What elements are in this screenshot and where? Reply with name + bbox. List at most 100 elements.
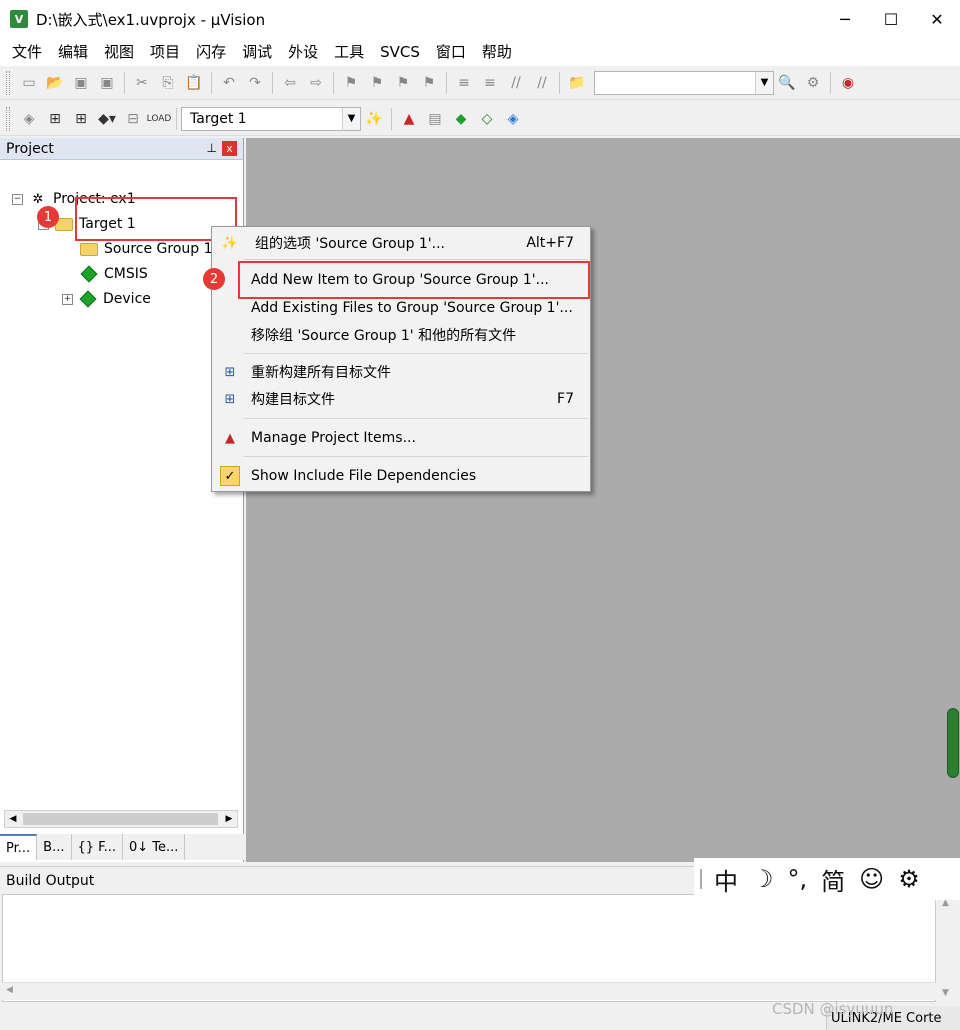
scroll-down-icon[interactable]: ▼ (942, 988, 949, 998)
unindent-icon[interactable]: ≡ (477, 70, 503, 96)
menu-edit[interactable]: 编辑 (50, 38, 96, 66)
window-title: D:\嵌入式\ex1.uvprojx - µVision (36, 10, 266, 29)
find-combo[interactable]: ▼ (594, 70, 774, 95)
annotation-badge-2: 2 (203, 268, 225, 290)
ime-simplified[interactable]: 简 (821, 862, 845, 897)
incremental-find-icon[interactable]: 🔍 (774, 70, 800, 96)
indent-icon[interactable]: ≡ (451, 70, 477, 96)
watermark: CSDN @isyuuun (772, 1000, 894, 1018)
tree-cmsis[interactable]: CMSIS (80, 263, 148, 285)
redo-icon[interactable]: ↷ (242, 70, 268, 96)
pin-icon[interactable]: ⊥ (207, 141, 217, 155)
save-all-icon[interactable]: ▣ (94, 70, 120, 96)
load-download-icon[interactable]: LOAD (146, 106, 172, 132)
side-indicator (947, 708, 959, 778)
open-folder-icon[interactable]: 📂 (42, 70, 68, 96)
tree-device-label: Device (103, 291, 151, 307)
scroll-left-icon[interactable]: ◀ (5, 811, 21, 827)
component-diamond-icon (80, 265, 98, 283)
debug-session-icon[interactable]: ⚙ (800, 70, 826, 96)
comment-icon[interactable]: // (503, 70, 529, 96)
bookmark-prev-icon[interactable]: ⚑ (364, 70, 390, 96)
bookmark-clear-icon[interactable]: ⚑ (416, 70, 442, 96)
expand-icon[interactable]: + (62, 293, 73, 305)
target-select[interactable]: Target 1 ▼ (181, 106, 361, 131)
smiley-icon[interactable]: ☺ (859, 865, 884, 893)
title-bar: V D:\嵌入式\ex1.uvprojx - µVision ─ ☐ ✕ (0, 0, 960, 38)
target-select-value: Target 1 (190, 110, 247, 127)
build-icon[interactable]: ⊞ (42, 106, 68, 132)
vertical-scrollbar[interactable]: ▲ ▼ (938, 894, 956, 1002)
tab-books[interactable]: B... (37, 834, 72, 860)
nav-back-icon[interactable]: ⇦ (277, 70, 303, 96)
project-panel-tabs: Pr... B... {} F... 0↓ Te... (0, 834, 244, 860)
build-icon: ⊞ (224, 391, 236, 407)
moon-icon[interactable]: ☽ (752, 865, 774, 893)
find-in-files-icon[interactable]: 📁 (564, 70, 590, 96)
menu-help[interactable]: 帮助 (474, 38, 520, 66)
bookmark-icon[interactable]: ⚑ (338, 70, 364, 96)
menu-peripherals[interactable]: 外设 (280, 38, 326, 66)
options-wand-icon[interactable]: ✨ (361, 106, 387, 132)
menu-item-manage-project-items[interactable]: ▲ Manage Project Items... (212, 425, 590, 451)
translate-icon[interactable]: ◈ (16, 106, 42, 132)
menu-item-remove-group[interactable]: 移除组 'Source Group 1' 和他的所有文件 (212, 322, 590, 348)
paste-icon[interactable]: 📋 (181, 70, 207, 96)
batch-build-icon[interactable]: ◆▾ (94, 106, 120, 132)
gear-icon[interactable]: ⚙ (898, 865, 920, 893)
maximize-button[interactable]: ☐ (868, 0, 914, 38)
start-debug-icon[interactable]: ◉ (835, 70, 861, 96)
menu-debug[interactable]: 调试 (234, 38, 280, 66)
collapse-icon[interactable]: − (12, 193, 23, 205)
ime-grip[interactable] (700, 869, 704, 889)
project-panel-title: Project (6, 140, 54, 157)
menu-file[interactable]: 文件 (4, 38, 50, 66)
chevron-down-icon[interactable]: ▼ (342, 107, 360, 130)
toolbar-grip[interactable] (6, 70, 10, 95)
select-packs-icon[interactable]: ▤ (422, 106, 448, 132)
tree-source-group[interactable]: Source Group 1 (80, 238, 213, 260)
close-icon[interactable]: x (222, 141, 237, 156)
rebuild-icon[interactable]: ⊞ (68, 106, 94, 132)
menu-item-rebuild-all[interactable]: ⊞ 重新构建所有目标文件 (212, 359, 590, 385)
folder-icon (80, 241, 98, 257)
menu-item-show-include-deps[interactable]: ✓ Show Include File Dependencies (212, 463, 590, 489)
pack-installer-icon[interactable]: ◇ (474, 106, 500, 132)
tab-templates[interactable]: 0↓ Te... (123, 834, 186, 860)
pack-installer-2-icon[interactable]: ◈ (500, 106, 526, 132)
scrollbar-thumb[interactable] (23, 813, 218, 825)
cut-icon[interactable]: ✂ (129, 70, 155, 96)
tree-device[interactable]: + Device (62, 288, 151, 310)
checkmark-icon: ✓ (220, 466, 240, 486)
uncomment-icon[interactable]: // (529, 70, 555, 96)
new-file-icon[interactable]: ▭ (16, 70, 42, 96)
menu-item-build-target[interactable]: ⊞ 构建目标文件 F7 (212, 386, 590, 412)
toolbar-grip[interactable] (6, 106, 10, 131)
manage-items-icon[interactable]: ▲ (396, 106, 422, 132)
copy-icon[interactable]: ⎘ (155, 70, 181, 96)
minimize-button[interactable]: ─ (822, 0, 868, 38)
bookmark-next-icon[interactable]: ⚑ (390, 70, 416, 96)
tab-functions[interactable]: {} F... (72, 834, 123, 860)
scroll-right-icon[interactable]: ▶ (221, 811, 237, 827)
menu-project[interactable]: 项目 (142, 38, 188, 66)
tab-project[interactable]: Pr... (0, 834, 38, 860)
save-icon[interactable]: ▣ (68, 70, 94, 96)
menu-tools[interactable]: 工具 (326, 38, 372, 66)
nav-forward-icon[interactable]: ⇨ (303, 70, 329, 96)
close-button[interactable]: ✕ (914, 0, 960, 38)
undo-icon[interactable]: ↶ (216, 70, 242, 96)
horizontal-scrollbar[interactable]: ◀ (2, 982, 936, 1000)
menu-flash[interactable]: 闪存 (188, 38, 234, 66)
stop-build-icon[interactable]: ⊟ (120, 106, 146, 132)
chevron-down-icon[interactable]: ▼ (755, 71, 773, 94)
manage-rte-icon[interactable]: ◆ (448, 106, 474, 132)
menu-view[interactable]: 视图 (96, 38, 142, 66)
scroll-left-icon[interactable]: ◀ (6, 985, 13, 995)
menu-item-group-options[interactable]: ✨ 组的选项 'Source Group 1'... Alt+F7 (212, 230, 590, 256)
ime-punctuation[interactable]: °, (788, 865, 808, 893)
horizontal-scrollbar[interactable]: ◀ ▶ (4, 810, 238, 828)
menu-svcs[interactable]: SVCS (372, 38, 428, 66)
menu-window[interactable]: 窗口 (428, 38, 474, 66)
ime-chinese-mode[interactable]: 中 (714, 862, 738, 897)
